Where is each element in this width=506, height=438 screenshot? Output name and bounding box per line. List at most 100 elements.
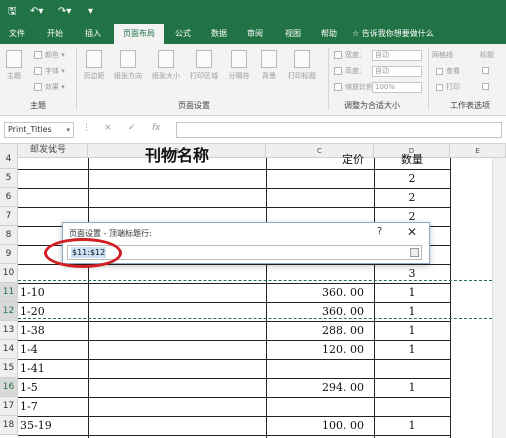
cell-b[interactable] [90, 359, 264, 378]
row-header[interactable]: 13 [0, 321, 18, 340]
tab-review[interactable]: 审阅 [238, 24, 272, 44]
gridlines-view-checkbox[interactable]: 查看 [436, 66, 460, 76]
print-area-button[interactable]: 打印区域 [186, 50, 222, 81]
size-button[interactable]: 纸张大小 [148, 50, 184, 81]
cell-d[interactable] [376, 359, 448, 378]
cell-d[interactable] [376, 397, 448, 416]
name-box[interactable]: Print_Titles ▾ [4, 122, 74, 138]
cell-d[interactable]: 1 [376, 283, 448, 302]
cell-d[interactable]: 1 [376, 321, 448, 340]
tab-formulas[interactable]: 公式 [166, 24, 200, 44]
colors-button[interactable]: 颜色 ▾ [34, 50, 65, 60]
cell-a[interactable]: 1-4 [20, 340, 86, 359]
cell-b[interactable] [90, 397, 264, 416]
tell-me-box[interactable]: ☆ 告诉我你想要做什么 [352, 24, 434, 44]
row-header[interactable]: 9 [0, 245, 18, 264]
fonts-button[interactable]: 字体 ▾ [34, 66, 65, 76]
cell-c[interactable]: 定价 [268, 150, 372, 169]
cell-a[interactable]: 1-5 [20, 378, 86, 397]
cell-d[interactable]: 2 [376, 188, 448, 207]
undo-icon[interactable]: ↶▾ [30, 4, 43, 20]
cell-b[interactable] [90, 340, 264, 359]
help-icon[interactable]: ? [377, 226, 382, 237]
row-border [18, 435, 450, 436]
cell-b[interactable] [90, 416, 264, 435]
headings-print-checkbox[interactable] [482, 82, 492, 90]
worksheet-grid[interactable]: A B C D E 4刊物名称定价数量5262728292103111-1036… [0, 144, 506, 438]
cell-d[interactable]: 1 [376, 416, 448, 435]
orientation-button[interactable]: 纸张方向 [110, 50, 146, 81]
cell-b[interactable] [90, 283, 264, 302]
row-header[interactable]: 14 [0, 340, 18, 359]
cell-c[interactable] [268, 397, 372, 416]
column-header-e[interactable]: E [450, 144, 506, 158]
row-header[interactable]: 7 [0, 207, 18, 226]
row-header[interactable]: 8 [0, 226, 18, 245]
close-icon[interactable]: ✕ [407, 225, 417, 239]
cell-d[interactable]: 数量 [376, 150, 448, 169]
cell-b[interactable] [90, 378, 264, 397]
cell-a[interactable]: 1-38 [20, 321, 86, 340]
cell-b[interactable] [90, 169, 264, 188]
cell-d[interactable]: 1 [376, 340, 448, 359]
fx-icon[interactable]: fx [152, 123, 161, 133]
scale-icon [334, 83, 342, 91]
cell-a[interactable]: 1-10 [20, 283, 86, 302]
breaks-button[interactable]: 分隔符 [224, 50, 254, 81]
headings-view-checkbox[interactable] [482, 66, 492, 74]
save-icon[interactable]: 🖫 [8, 4, 17, 20]
cell-b[interactable] [90, 321, 264, 340]
cell-c[interactable] [268, 359, 372, 378]
tab-page-layout[interactable]: 页面布局 [114, 24, 164, 44]
row-header[interactable]: 17 [0, 397, 18, 416]
redo-icon[interactable]: ↷▾ [58, 4, 71, 20]
row-header[interactable]: 11 [0, 283, 18, 302]
tab-file[interactable]: 文件 [0, 24, 34, 44]
cell-c[interactable] [268, 169, 372, 188]
cell-a[interactable]: 35-19 [20, 416, 86, 435]
cell-c[interactable]: 100. 00 [268, 416, 372, 435]
cell-d[interactable]: 1 [376, 378, 448, 397]
height-select[interactable]: 自动 [372, 66, 422, 77]
tab-view[interactable]: 视图 [276, 24, 310, 44]
vertical-scrollbar[interactable] [492, 158, 506, 438]
themes-button[interactable]: 主题 [4, 50, 24, 81]
cell-b[interactable] [90, 188, 264, 207]
cell-a[interactable]: 1-41 [20, 359, 86, 378]
row-header[interactable]: 16 [0, 378, 18, 397]
cell-a[interactable] [20, 188, 86, 207]
cell-c[interactable]: 120. 00 [268, 340, 372, 359]
expand-dialog-icon[interactable] [410, 248, 419, 257]
tab-data[interactable]: 数据 [202, 24, 236, 44]
effects-button[interactable]: 效果 ▾ [34, 82, 65, 92]
row-header[interactable]: 4 [0, 150, 18, 169]
cell-a[interactable] [20, 169, 86, 188]
print-titles-button[interactable]: 打印标题 [284, 50, 320, 81]
tab-help[interactable]: 帮助 [312, 24, 346, 44]
cell-d[interactable]: 2 [376, 169, 448, 188]
background-button[interactable]: 背景 [256, 50, 282, 81]
tab-insert[interactable]: 插入 [76, 24, 110, 44]
enter-icon[interactable]: ✓ [128, 123, 136, 133]
formula-input[interactable] [176, 122, 502, 138]
cell-b[interactable]: 刊物名称 [90, 148, 264, 169]
cell-c[interactable]: 294. 00 [268, 378, 372, 397]
tab-home[interactable]: 开始 [38, 24, 72, 44]
row-header[interactable]: 18 [0, 416, 18, 435]
margins-button[interactable]: 页边距 [80, 50, 108, 81]
row-header[interactable]: 15 [0, 359, 18, 378]
gridlines-print-checkbox[interactable]: 打印 [436, 82, 460, 92]
chevron-down-icon[interactable]: ▾ [66, 123, 70, 137]
row-header[interactable]: 12 [0, 302, 18, 321]
row-header[interactable]: 6 [0, 188, 18, 207]
customize-qat-icon[interactable]: ▾ [88, 4, 93, 20]
scale-stepper[interactable]: 100% [372, 82, 422, 93]
cell-c[interactable]: 360. 00 [268, 283, 372, 302]
cell-c[interactable] [268, 188, 372, 207]
cell-c[interactable]: 288. 00 [268, 321, 372, 340]
row-header[interactable]: 10 [0, 264, 18, 283]
cancel-icon[interactable]: × [104, 123, 112, 133]
cell-a[interactable]: 1-7 [20, 397, 86, 416]
row-header[interactable]: 5 [0, 169, 18, 188]
width-select[interactable]: 自动 [372, 50, 422, 61]
